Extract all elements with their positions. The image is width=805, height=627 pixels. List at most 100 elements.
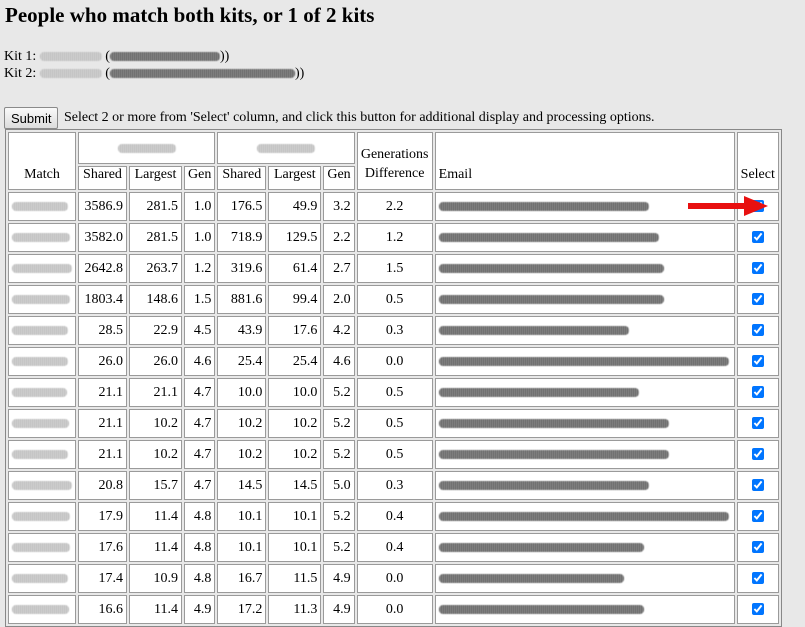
kit-1-largest-cell: 10.2: [129, 409, 182, 438]
kit-1-shared-cell: 17.9: [78, 502, 127, 531]
table-row: 21.1 21.1 4.7 10.0 10.0 5.2 0.5: [8, 378, 779, 407]
email-redacted: [438, 449, 669, 459]
kit-1-paren-close: )): [219, 49, 230, 64]
kit-2-largest-cell: 61.4: [268, 254, 322, 283]
select-checkbox[interactable]: [751, 603, 764, 616]
kit-1-gen-cell: 1.0: [184, 192, 216, 221]
match-name-redacted: [12, 542, 70, 552]
kit-2-gen-cell: 4.9: [323, 564, 355, 593]
kit-2-largest-cell: 17.6: [268, 316, 322, 345]
kit-2-name-redacted: [109, 69, 295, 79]
header-kit-2-largest: Largest: [268, 166, 322, 190]
match-name-redacted: [12, 387, 67, 397]
kit-2-largest-cell: 25.4: [268, 347, 322, 376]
kit-2-largest-cell: 99.4: [268, 285, 322, 314]
match-name-redacted: [12, 573, 68, 583]
header-kit-1-group: [78, 132, 216, 164]
kit-2-shared-cell: 25.4: [217, 347, 267, 376]
kit-2-shared-cell: 319.6: [217, 254, 267, 283]
header-kit-2-shared: Shared: [217, 166, 267, 190]
header-kit-1-shared: Shared: [78, 166, 127, 190]
table-row: 28.5 22.9 4.5 43.9 17.6 4.2 0.3: [8, 316, 779, 345]
kit-2-gen-cell: 5.0: [323, 471, 355, 500]
select-checkbox[interactable]: [751, 293, 764, 306]
match-name-cell: [8, 254, 76, 283]
select-checkbox[interactable]: [751, 448, 764, 461]
select-checkbox[interactable]: [751, 479, 764, 492]
select-cell: [736, 378, 779, 407]
email-redacted: [438, 604, 644, 614]
kit-1-shared-cell: 3582.0: [78, 223, 127, 252]
kit-2-largest-cell: 11.3: [268, 595, 322, 624]
submit-button[interactable]: Submit: [4, 107, 59, 129]
select-checkbox[interactable]: [751, 541, 764, 554]
match-name-redacted: [12, 418, 69, 428]
kit-1-largest-cell: 281.5: [129, 192, 182, 221]
kit-2-group-name-redacted: [256, 144, 315, 154]
kit-1-gen-cell: 4.7: [184, 409, 216, 438]
select-checkbox[interactable]: [751, 417, 764, 430]
table-row: 21.1 10.2 4.7 10.2 10.2 5.2 0.5: [8, 440, 779, 469]
email-cell: [434, 471, 735, 500]
generations-difference-cell: 0.5: [356, 440, 433, 469]
kit-1-largest-cell: 22.9: [129, 316, 182, 345]
generations-difference-cell: 0.0: [356, 564, 433, 593]
kit-2-largest-cell: 10.1: [268, 502, 322, 531]
select-cell: [736, 347, 779, 376]
email-cell: [434, 595, 735, 624]
match-name-cell: [8, 347, 76, 376]
kit-1-shared-cell: 16.6: [78, 595, 127, 624]
match-name-redacted: [12, 325, 68, 335]
kit-1-shared-cell: 21.1: [78, 378, 127, 407]
email-cell: [434, 378, 735, 407]
kit-2-largest-cell: 10.0: [268, 378, 322, 407]
kit-2-largest-cell: 14.5: [268, 471, 322, 500]
select-checkbox[interactable]: [751, 231, 764, 244]
generations-difference-cell: 1.2: [356, 223, 433, 252]
table-row: 21.1 10.2 4.7 10.2 10.2 5.2 0.5: [8, 409, 779, 438]
header-generations-difference: Generations Difference: [356, 132, 433, 190]
table-row: 2642.8 263.7 1.2 319.6 61.4 2.7 1.5: [8, 254, 779, 283]
kit-1-shared-cell: 20.8: [78, 471, 127, 500]
kit-1-id-redacted: [39, 52, 102, 62]
email-redacted: [438, 511, 729, 521]
kit-1-largest-cell: 11.4: [129, 595, 182, 624]
select-checkbox[interactable]: [751, 262, 764, 275]
match-name-redacted: [12, 511, 70, 521]
kit-1-largest-cell: 148.6: [129, 285, 182, 314]
table-row: 1803.4 148.6 1.5 881.6 99.4 2.0 0.5: [8, 285, 779, 314]
kit-2-shared-cell: 43.9: [217, 316, 267, 345]
kit-2-gen-cell: 5.2: [323, 533, 355, 562]
match-name-cell: [8, 316, 76, 345]
kit-2-shared-cell: 10.2: [217, 409, 267, 438]
select-checkbox[interactable]: [751, 572, 764, 585]
select-checkbox[interactable]: [751, 510, 764, 523]
kit-2-shared-cell: 10.1: [217, 502, 267, 531]
table-row: 17.9 11.4 4.8 10.1 10.1 5.2 0.4: [8, 502, 779, 531]
kit-2-largest-cell: 11.5: [268, 564, 322, 593]
kit-2-largest-cell: 10.2: [268, 409, 322, 438]
table-row: 20.8 15.7 4.7 14.5 14.5 5.0 0.3: [8, 471, 779, 500]
select-checkbox[interactable]: [751, 386, 764, 399]
kit-2-gen-cell: 2.7: [323, 254, 355, 283]
table-row: 16.6 11.4 4.9 17.2 11.3 4.9 0.0: [8, 595, 779, 624]
match-name-cell: [8, 564, 76, 593]
kit-2-shared-cell: 10.2: [217, 440, 267, 469]
kit-2-shared-cell: 881.6: [217, 285, 267, 314]
email-redacted: [438, 263, 664, 273]
kit-2-shared-cell: 718.9: [217, 223, 267, 252]
email-cell: [434, 409, 735, 438]
select-cell: [736, 564, 779, 593]
kit-1-shared-cell: 2642.8: [78, 254, 127, 283]
kit-2-gen-cell: 2.2: [323, 223, 355, 252]
match-name-cell: [8, 378, 76, 407]
kit-2-paren-close: )): [294, 66, 305, 81]
match-name-cell: [8, 502, 76, 531]
table-row: 17.6 11.4 4.8 10.1 10.1 5.2 0.4: [8, 533, 779, 562]
kit-2-largest-cell: 10.1: [268, 533, 322, 562]
generations-difference-cell: 0.5: [356, 285, 433, 314]
select-checkbox[interactable]: [751, 355, 764, 368]
kit-2-gen-cell: 5.2: [323, 378, 355, 407]
kit-1-shared-cell: 21.1: [78, 409, 127, 438]
select-checkbox[interactable]: [751, 324, 764, 337]
